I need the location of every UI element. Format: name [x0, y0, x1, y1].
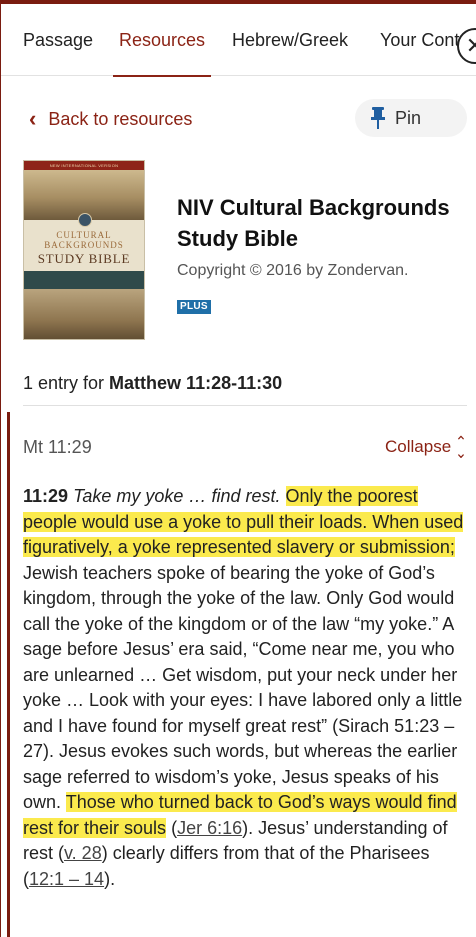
cover-photo-bottom — [24, 289, 144, 339]
tab-passage[interactable]: Passage — [23, 4, 93, 76]
pin-label: Pin — [395, 107, 422, 128]
verse-quote: Take my yoke … find rest. — [73, 486, 281, 506]
note-text-5: ). — [104, 868, 116, 889]
cover-line-backgrounds: BACKGROUNDS — [44, 240, 124, 250]
cover-strip — [24, 271, 144, 289]
cover-line-cultural: CULTURAL — [56, 230, 112, 240]
tab-resources[interactable]: Resources — [112, 4, 212, 77]
resource-panel: Passage Resources Hebrew/Greek Your Cont… — [0, 0, 476, 937]
chevron-left-icon: ‹ — [29, 106, 37, 131]
link-jer-6-16[interactable]: Jer 6:16 — [177, 818, 242, 838]
entry-count-prefix: 1 entry for — [23, 373, 110, 393]
entry-count: 1 entry for Matthew 11:28-11:30 — [23, 373, 282, 394]
collapse-label: Collapse — [385, 437, 452, 456]
book-title: NIV Cultural Backgrounds Study Bible — [177, 195, 450, 251]
tab-hebrew-greek[interactable]: Hebrew/Greek — [232, 4, 348, 76]
tab-your-content[interactable]: Your Cont — [380, 4, 459, 76]
link-12-1-14[interactable]: 12:1 – 14 — [29, 869, 104, 889]
link-v-28[interactable]: v. 28 — [64, 843, 102, 863]
back-to-resources-link[interactable]: ‹ Back to resources — [29, 104, 192, 134]
divider — [23, 405, 467, 406]
cover-title-line3: STUDY BIBLE — [37, 251, 131, 266]
collapse-button[interactable]: Collapse ⌃ ⌄ — [385, 432, 467, 462]
cover-band: NEW INTERNATIONAL VERSION — [24, 161, 144, 170]
verse-number: 11:29 — [23, 486, 69, 506]
entry-passage: Matthew 11:28-11:30 — [109, 373, 283, 393]
book-copyright: Copyright © 2016 by Zondervan. — [177, 262, 409, 279]
pin-icon — [371, 107, 385, 129]
cover-title-line1: CULTURAL BACKGROUNDS — [24, 230, 144, 250]
note-text-2: ( — [166, 817, 178, 838]
note-text-1: Jewish teachers spoke of bearing the yok… — [23, 562, 463, 813]
back-label: Back to resources — [48, 108, 193, 129]
note-reference: Mt 11:29 — [23, 437, 92, 457]
cover-seal — [78, 213, 92, 227]
plus-badge: PLUS — [177, 300, 211, 314]
close-icon[interactable]: ✕ — [457, 28, 476, 64]
book-cover[interactable]: NEW INTERNATIONAL VERSION CULTURAL BACKG… — [23, 160, 145, 340]
tab-bar: Passage Resources Hebrew/Greek Your Cont… — [1, 4, 476, 77]
pin-button[interactable]: Pin — [355, 99, 467, 137]
note-body: 11:29 Take my yoke … find rest. Only the… — [23, 484, 469, 892]
collapse-icon: ⌃ ⌄ — [455, 432, 467, 462]
